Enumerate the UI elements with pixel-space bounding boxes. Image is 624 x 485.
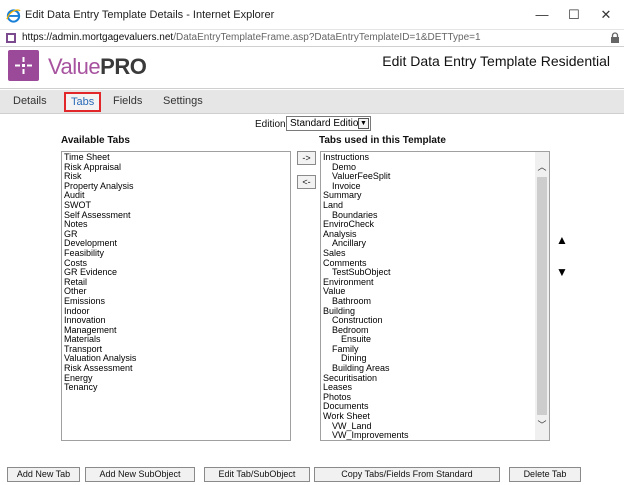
edition-label: Edition: xyxy=(255,119,289,130)
used-tabs-items: Instructions Demo ValuerFeeSplit Invoice Sum… xyxy=(323,152,547,440)
available-tab-item[interactable]: Notes xyxy=(64,220,288,230)
move-up-icon[interactable]: ▲ xyxy=(556,233,568,247)
available-tab-item[interactable]: Tenancy xyxy=(64,383,288,393)
edit-tab-subobject-button[interactable]: Edit Tab/SubObject xyxy=(204,467,310,482)
add-new-tab-button[interactable]: Add New Tab xyxy=(7,467,80,482)
edition-select[interactable]: Standard Edition ▼ xyxy=(286,116,371,131)
minimize-button[interactable]: — xyxy=(528,5,556,25)
used-tab-item[interactable]: Bathroom xyxy=(323,296,547,307)
available-tabs-heading: Available Tabs xyxy=(61,135,130,146)
available-tab-item[interactable]: GR Evidence xyxy=(64,268,288,278)
available-tab-item[interactable]: Property Analysis xyxy=(64,181,288,192)
logo-pro: PRO xyxy=(100,54,147,79)
close-button[interactable]: ✕ xyxy=(592,5,620,25)
scroll-down-icon[interactable]: ﹀ xyxy=(535,418,549,432)
scrollbar-thumb[interactable] xyxy=(537,177,547,415)
logo-value: Value xyxy=(48,54,101,79)
available-tab-item[interactable]: Audit xyxy=(64,191,288,201)
address-bar[interactable]: https://admin.mortgagevaluers.net/DataEn… xyxy=(0,30,624,47)
available-tab-item[interactable]: Emissions xyxy=(64,296,288,307)
internet-explorer-icon xyxy=(6,9,21,23)
available-tabs-list[interactable]: Time Sheet Risk Appraisal Risk Property Ana… xyxy=(61,151,291,441)
scroll-up-icon[interactable]: ︿ xyxy=(535,160,549,174)
window-title: Edit Data Entry Template Details - Inter… xyxy=(25,9,275,21)
used-tab-item[interactable]: Summary xyxy=(323,191,547,201)
app-header: ValuePRO Edit Data Entry Template Reside… xyxy=(0,47,624,89)
available-tab-item[interactable]: Feasibility xyxy=(64,248,288,259)
available-tab-item[interactable]: Risk Appraisal xyxy=(64,162,288,173)
logo-cross-icon xyxy=(15,57,32,74)
url-path: /DataEntryTemplateFrame.asp?DataEntryTem… xyxy=(173,32,481,43)
valuepro-logo-text: ValuePRO xyxy=(48,54,147,80)
used-tabs-list[interactable]: Instructions Demo ValuerFeeSplit Invoice Sum… xyxy=(320,151,550,441)
valuepro-logo-mark xyxy=(8,50,39,81)
tab-tabs[interactable]: Tabs xyxy=(64,92,102,112)
delete-tab-button[interactable]: Delete Tab xyxy=(509,467,581,482)
maximize-button[interactable]: ☐ xyxy=(560,5,588,25)
used-tab-item[interactable]: VW_Improvements xyxy=(323,431,547,440)
url-host: https://admin.mortgagevaluers.net xyxy=(22,32,174,43)
remove-from-template-button[interactable]: <- xyxy=(297,175,316,189)
used-tab-item[interactable]: Securitisation xyxy=(323,373,547,384)
add-new-subobject-button[interactable]: Add New SubObject xyxy=(85,467,195,482)
chevron-down-icon[interactable]: ▼ xyxy=(358,118,369,129)
edition-selected-value: Standard Edition xyxy=(290,118,364,129)
tab-fields[interactable]: Fields xyxy=(113,95,142,107)
used-tabs-heading: Tabs used in this Template xyxy=(319,135,446,146)
url-text[interactable]: https://admin.mortgagevaluers.net/DataEn… xyxy=(22,32,481,43)
page-title: Edit Data Entry Template Residential xyxy=(382,53,610,69)
page-icon xyxy=(6,33,16,43)
used-tab-item[interactable]: Ancillary xyxy=(323,239,547,249)
tab-bar: Details Tabs Fields Settings xyxy=(0,90,624,114)
available-tab-item[interactable]: Risk Assessment xyxy=(64,363,288,374)
tab-settings[interactable]: Settings xyxy=(163,95,203,107)
tab-details[interactable]: Details xyxy=(13,95,47,107)
available-tab-item[interactable]: Retail xyxy=(64,277,288,288)
window-titlebar: Edit Data Entry Template Details - Inter… xyxy=(0,0,624,30)
used-tab-item[interactable]: Instructions xyxy=(323,152,547,163)
available-tab-item[interactable]: Self Assessment xyxy=(64,210,288,221)
used-tab-item[interactable]: Environment xyxy=(323,277,547,288)
copy-tabs-fields-button[interactable]: Copy Tabs/Fields From Standard xyxy=(314,467,500,482)
used-tab-item[interactable]: Leases xyxy=(323,383,547,393)
used-list-scrollbar[interactable]: ︿ ﹀ xyxy=(535,152,549,440)
move-down-icon[interactable]: ▼ xyxy=(556,265,568,279)
lock-icon xyxy=(611,32,619,43)
add-to-template-button[interactable]: -> xyxy=(297,151,316,165)
